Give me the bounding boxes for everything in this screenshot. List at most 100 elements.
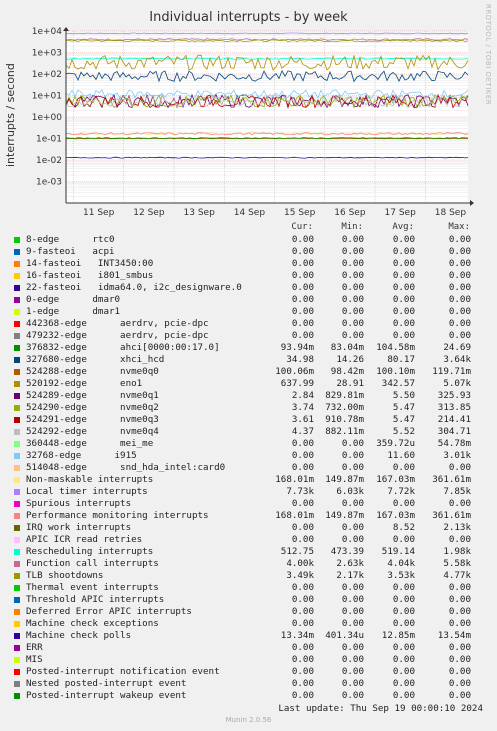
legend-row: 22-fasteoi idma64.0, i2c_designware.0 0.0…	[0, 282, 497, 294]
legend-row: Spurious interrupts 0.00 0.00 0.00 0.00	[0, 498, 497, 510]
legend-max-value: 119.71m	[432, 366, 471, 377]
legend-max-value: 0.00	[448, 318, 471, 329]
legend-name: Machine check polls	[26, 630, 132, 641]
x-tick-label: 14 Sep	[234, 208, 266, 218]
legend-name: 16-fasteoi i801_smbus	[26, 270, 154, 281]
legend-header-max: Max:	[448, 222, 470, 232]
legend-max-value: 0.00	[448, 498, 471, 509]
legend-name: 524288-edge nvme0q0	[26, 366, 159, 377]
legend-row: 32768-edge i915 0.00 0.00 11.60 3.01k	[0, 450, 497, 462]
legend-swatch	[14, 405, 20, 411]
legend-avg-value: 8.52	[392, 522, 415, 533]
legend-max-value: 325.93	[437, 390, 471, 401]
x-tick-label: 16 Sep	[334, 208, 366, 218]
x-tick-label: 13 Sep	[184, 208, 216, 218]
legend-max-value: 0.00	[448, 258, 471, 269]
legend-swatch	[14, 453, 20, 459]
legend-avg-value: 0.00	[392, 606, 415, 617]
legend-max-value: 0.00	[448, 462, 471, 473]
legend-avg-value: 80.17	[387, 354, 415, 365]
legend-max-value: 2.13k	[443, 522, 471, 533]
legend-max-value: 3.01k	[443, 450, 471, 461]
legend-name: 22-fasteoi idma64.0, i2c_designware.0	[26, 282, 242, 293]
x-axis-arrow	[470, 200, 474, 206]
legend-avg-value: 0.00	[392, 234, 415, 245]
legend-swatch	[14, 693, 20, 699]
legend-row: TLB shootdowns 3.49k 2.17k 3.53k 4.77k	[0, 570, 497, 582]
y-axis-arrow	[63, 27, 69, 31]
legend-max-value: 0.00	[448, 618, 471, 629]
legend-row: 14-fasteoi INT3450:00 0.00 0.00 0.00 0.00	[0, 258, 497, 270]
legend-swatch	[14, 681, 20, 687]
legend-name: IRQ work interrupts	[26, 522, 132, 533]
legend-avg-value: 0.00	[392, 690, 415, 701]
legend-row: ERR 0.00 0.00 0.00 0.00	[0, 642, 497, 654]
munin-version: Munin 2.0.56	[225, 716, 272, 724]
legend-row: 360448-edge mei_me 0.00 0.00 359.72u 54.78m	[0, 438, 497, 450]
legend-max-value: 0.00	[448, 582, 471, 593]
legend-name: Spurious interrupts	[26, 498, 132, 509]
legend-row: Posted-interrupt notification event 0.00 0…	[0, 666, 497, 678]
legend-row: 0-edge dmar0 0.00 0.00 0.00 0.00	[0, 294, 497, 306]
legend-avg-value: 5.47	[392, 402, 415, 413]
legend-max-value: 24.69	[443, 342, 471, 353]
legend-max-value: 5.58k	[443, 558, 471, 569]
legend-avg-value: 0.00	[392, 306, 415, 317]
legend-avg-value: 0.00	[392, 534, 415, 545]
legend-row: 524289-edge nvme0q1 2.84 829.81m 5.50 325.93	[0, 390, 497, 402]
legend-name: 524291-edge nvme0q3	[26, 414, 159, 425]
legend-avg-value: 100.10m	[376, 366, 415, 377]
y-tick-label: 1e+02	[32, 70, 62, 80]
legend-row: Local timer interrupts 7.73k 6.03k 7.72k 7.8…	[0, 486, 497, 498]
y-tick-label: 1e+01	[32, 92, 62, 102]
legend-row: 524291-edge nvme0q3 3.61 910.78m 5.47 214.41	[0, 414, 497, 426]
chart-svg: 1e-03 1e-02 1e-01 1e+00 1e+01 1e+02 1e+03 1e+04…	[32, 27, 474, 218]
legend-swatch	[14, 417, 20, 423]
legend-max-value: 361.61m	[432, 474, 471, 485]
legend-name: 442368-edge aerdrv, pcie-dpc	[26, 318, 209, 329]
legend-avg-value: 0.00	[392, 330, 415, 341]
legend-name: 0-edge dmar0	[26, 294, 121, 305]
x-tick-labels: 11 Sep 12 Sep 13 Sep 14 Sep 15 Sep 16 Sep 17 S…	[83, 208, 466, 218]
legend-name: Rescheduling interrupts	[26, 546, 154, 557]
legend-avg-value: 342.57	[381, 378, 415, 389]
legend-max-value: 0.00	[448, 666, 471, 677]
legend-swatch	[14, 285, 20, 291]
legend-avg-value: 4.04k	[387, 558, 415, 569]
legend-row: 520192-edge eno1 637.99 28.91 342.57 5.07k	[0, 378, 497, 390]
legend-max-value: 0.00	[448, 642, 471, 653]
legend-avg-value: 519.14	[381, 546, 415, 557]
legend-swatch	[14, 465, 20, 471]
legend-swatch	[14, 309, 20, 315]
y-tick-label: 1e-01	[36, 135, 62, 145]
legend-max-value: 3.64k	[443, 354, 471, 365]
legend-max-value: 313.85	[437, 402, 471, 413]
legend-swatch	[14, 429, 20, 435]
legend-max-value: 0.00	[448, 294, 471, 305]
legend-max-value: 0.00	[448, 270, 471, 281]
legend-row: Performance monitoring interrupts 168.01m…	[0, 510, 497, 522]
legend-swatch	[14, 609, 20, 615]
legend-name: 479232-edge aerdrv, pcie-dpc	[26, 330, 209, 341]
legend-max-value: 0.00	[448, 306, 471, 317]
legend-max-value: 214.41	[437, 414, 471, 425]
legend-max-value: 0.00	[448, 246, 471, 257]
legend-row: 327680-edge xhci_hcd 34.98 14.26 80.17 3.64k	[0, 354, 497, 366]
x-tick-label: 12 Sep	[133, 208, 165, 218]
legend-name: 524289-edge nvme0q1	[26, 390, 159, 401]
legend-max-value: 361.61m	[432, 510, 471, 521]
legend-swatch	[14, 585, 20, 591]
legend-swatch	[14, 633, 20, 639]
legend-row: 524290-edge nvme0q2 3.74 732.00m 5.47 313.85	[0, 402, 497, 414]
legend-name: ERR	[26, 642, 43, 653]
legend-swatch	[14, 669, 20, 675]
legend-swatch	[14, 561, 20, 567]
y-tick-labels: 1e-03 1e-02 1e-01 1e+00 1e+01 1e+02 1e+03 1e+04	[32, 27, 63, 188]
legend-swatch	[14, 237, 20, 243]
legend-row: 376832-edge ahci[0000:00:17.0] 93.94m 83.0…	[0, 342, 497, 354]
legend-row: Nested posted-interrupt event 0.00 0.00 0.0…	[0, 678, 497, 690]
legend-avg-value: 0.00	[392, 618, 415, 629]
legend-name: Machine check exceptions	[26, 618, 159, 629]
legend-row: 479232-edge aerdrv, pcie-dpc 0.00 0.00 0.00…	[0, 330, 497, 342]
legend-max-value: 0.00	[448, 690, 471, 701]
